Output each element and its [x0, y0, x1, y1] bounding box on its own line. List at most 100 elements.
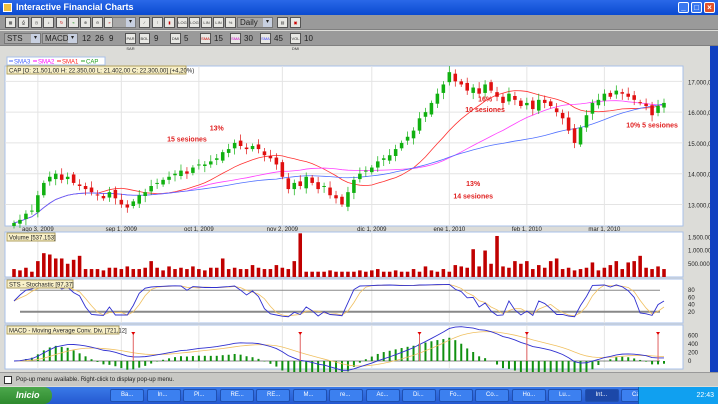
y-tick-label: 500.000: [688, 262, 710, 268]
zoom-in-button[interactable]: ⊕: [80, 17, 91, 28]
color-button[interactable]: ▤: [277, 17, 288, 28]
sma1-button[interactable]: SMA: [200, 33, 211, 44]
taskbar-item[interactable]: Ba...: [110, 389, 144, 402]
blank-select[interactable]: ▾: [112, 17, 136, 28]
volume-bar: [232, 267, 237, 277]
sma3-button[interactable]: SMA: [260, 33, 271, 44]
volume-bar: [536, 265, 541, 277]
macd-histogram-bar: [466, 348, 469, 361]
macd-param-3[interactable]: 9: [109, 34, 113, 43]
macd-histogram-bar: [197, 355, 200, 361]
dmi-value[interactable]: 5: [184, 34, 188, 43]
taskbar-item[interactable]: Int...: [584, 389, 619, 402]
refresh-button[interactable]: ↻: [56, 17, 67, 28]
volume-bar: [602, 267, 607, 277]
macd-histogram-bar: [567, 361, 570, 372]
taskbar-item[interactable]: Di...: [402, 389, 436, 402]
ohlc-chart-button[interactable]: ⫶: [152, 17, 163, 28]
vol-dmi-button[interactable]: VOL DMI: [290, 33, 301, 51]
line-chart-button[interactable]: ⁄: [139, 17, 150, 28]
minimize-button[interactable]: _: [678, 2, 689, 13]
period-value: Daily: [240, 18, 258, 27]
taskbar-item[interactable]: M...: [292, 389, 327, 402]
macd-histogram-bar: [185, 356, 188, 361]
par-sar-button[interactable]: PAR SAR: [125, 33, 136, 51]
macd-histogram-bar: [305, 361, 308, 372]
macd-histogram-bar: [245, 356, 248, 361]
dmi-button[interactable]: DMI: [170, 33, 181, 44]
macd-histogram-bar: [323, 361, 326, 372]
macd-histogram-bar: [501, 361, 504, 369]
maximize-button[interactable]: □: [691, 2, 702, 13]
percent-scale-button[interactable]: %: [225, 17, 236, 28]
sma2-value[interactable]: 30: [244, 34, 253, 43]
macd-histogram-bar: [138, 361, 141, 368]
stochastic-panel[interactable]: [4, 278, 684, 324]
taskbar-item[interactable]: Lu...: [548, 389, 582, 402]
legend-label: SMA3: [14, 60, 31, 66]
macd-histogram-bar: [108, 361, 111, 365]
bol-button[interactable]: BOL: [139, 33, 150, 44]
macd-histogram-bar: [317, 361, 320, 372]
sma2-button[interactable]: SMA: [230, 33, 241, 44]
volume-bar: [566, 267, 571, 277]
volume-bar: [459, 266, 464, 277]
volume-bar: [554, 258, 559, 277]
taskbar-item[interactable]: Ac...: [365, 389, 400, 402]
volume-bar: [113, 267, 118, 277]
volume-bar: [483, 250, 487, 277]
print-preview-button[interactable]: ▦: [5, 17, 16, 28]
macd-histogram-bar: [191, 356, 194, 361]
macd-histogram-bar: [627, 357, 630, 361]
popup-icon: [4, 376, 12, 384]
sma3-value[interactable]: 45: [274, 34, 283, 43]
macd-param-2[interactable]: 26: [95, 34, 104, 43]
price-panel[interactable]: [4, 65, 684, 227]
taskbar-item[interactable]: Ho...: [511, 389, 546, 402]
volume-bar: [477, 266, 481, 277]
print-button[interactable]: ⎙: [18, 17, 29, 28]
taskbar-item[interactable]: Pl...: [183, 389, 217, 402]
macd-param-1[interactable]: 12: [82, 34, 91, 43]
taskbar-item[interactable]: In...: [146, 389, 181, 402]
macd-histogram-bar: [370, 356, 373, 361]
volume-bar: [423, 266, 428, 277]
lin-scale-button[interactable]: LIN: [201, 17, 212, 28]
taskbar-item[interactable]: Co...: [475, 389, 509, 402]
candle: [429, 100, 434, 117]
chart-area[interactable]: 13.000,0014.000,0015.000,0016.000,0017.0…: [0, 46, 718, 372]
vol-value[interactable]: 10: [304, 34, 313, 43]
candle-chart-button[interactable]: ▮: [164, 17, 175, 28]
macd-histogram-bar: [275, 361, 278, 367]
macd-histogram-bar: [561, 361, 564, 372]
log-scale-button[interactable]: LOG: [177, 17, 188, 28]
macd-histogram-bar: [591, 361, 594, 370]
macd-histogram-bar: [513, 361, 516, 371]
log-scale-2-button[interactable]: LOG: [189, 17, 200, 28]
taskbar-item[interactable]: re...: [329, 389, 363, 402]
sma1-value[interactable]: 15: [214, 34, 223, 43]
volume-bar: [12, 269, 16, 277]
close-button[interactable]: ×: [704, 2, 715, 13]
bol-value[interactable]: 9: [154, 34, 158, 43]
period-select[interactable]: Daily ▾: [237, 17, 273, 28]
macd-histogram-bar: [448, 337, 451, 361]
taskbar-item[interactable]: RE...: [256, 389, 290, 402]
clock-button[interactable]: ◷: [31, 17, 42, 28]
rewind-button[interactable]: «: [68, 17, 79, 28]
lin-scale-2-button[interactable]: LIN: [213, 17, 224, 28]
indicator2-select[interactable]: MACD ▾: [42, 33, 78, 44]
sound-button[interactable]: ♪: [43, 17, 54, 28]
zoom-out-button[interactable]: ⊖: [92, 17, 103, 28]
indicator1-select[interactable]: STS ▾: [4, 33, 41, 44]
toolbar-main: ▦ ⎙ ◷ ♪ ↻ « ⊕ ⊖ » ▾ ⁄ ⫶ ▮ LOG LOG LIN LI…: [0, 15, 718, 30]
taskbar-item[interactable]: Fo...: [438, 389, 473, 402]
start-button[interactable]: Inicio: [0, 387, 52, 404]
macd-histogram-bar: [251, 357, 254, 361]
volume-bar: [209, 267, 213, 277]
settings-button[interactable]: ▣: [290, 17, 301, 28]
taskbar-item[interactable]: RE...: [219, 389, 254, 402]
macd-histogram-bar: [406, 346, 409, 361]
volume-bar: [89, 269, 94, 277]
volume-bar: [662, 269, 666, 277]
